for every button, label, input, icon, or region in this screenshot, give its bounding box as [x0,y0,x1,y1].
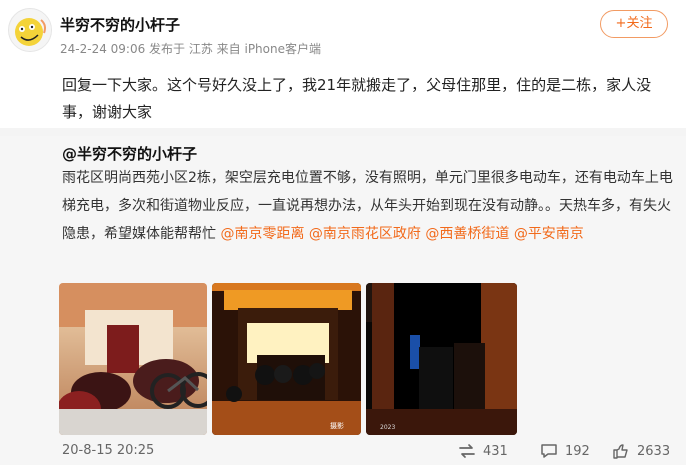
photo-1[interactable] [59,283,207,435]
photo-2-image: 摄影 [212,283,361,435]
username[interactable]: 半穷不穷的小杆子 [60,14,180,35]
post-header: 半穷不穷的小杆子 24-2-24 09:06 发布于 江苏 来自 iPhone客… [0,0,686,128]
comment-stat[interactable]: 192 [539,442,590,460]
mention-link-4[interactable]: @平安南京 [514,226,584,242]
svg-text:2023: 2023 [380,424,395,431]
repost-icon [459,444,475,458]
photo-2[interactable]: 摄影 [212,283,361,435]
repost-count: 431 [483,443,508,459]
follow-button[interactable]: +关注 [600,10,668,38]
repost-stat[interactable]: 431 [457,442,508,460]
quoted-footer: 20-8-15 20:25 431 192 2633 [0,438,686,465]
like-icon [613,444,628,459]
divider [0,128,686,136]
quoted-time: 20-8-15 20:25 [62,443,155,458]
comment-count: 192 [565,443,590,459]
photo-3[interactable]: 2023 [366,283,517,435]
like-stat[interactable]: 2633 [611,442,670,460]
like-count: 2633 [637,443,671,459]
mention-link-1[interactable]: @南京零距离 [220,226,304,242]
mention-link-2[interactable]: @南京雨花区政府 [309,226,421,242]
mention-link-3[interactable]: @西善桥街道 [425,226,509,242]
quoted-text: 雨花区明尚西苑小区2栋，架空层充电位置不够，没有照明，单元门里很多电动车，还有电… [62,164,676,248]
avatar[interactable] [8,8,52,52]
photo-1-image [59,283,207,435]
photo-gallery: 摄影 2023 [59,283,517,435]
svg-text:摄影: 摄影 [330,421,344,430]
reply-text: 回复一下大家。这个号好久没上了，我21年就搬走了，父母住那里，住的是二栋，家人没… [62,76,652,121]
quoted-username[interactable]: @半穷不穷的小杆子 [62,143,197,164]
comment-icon [541,444,557,458]
post-meta: 24-2-24 09:06 发布于 江苏 来自 iPhone客户端 [60,42,321,56]
photo-3-image: 2023 [366,283,517,435]
smiley-avatar-icon [9,9,51,51]
